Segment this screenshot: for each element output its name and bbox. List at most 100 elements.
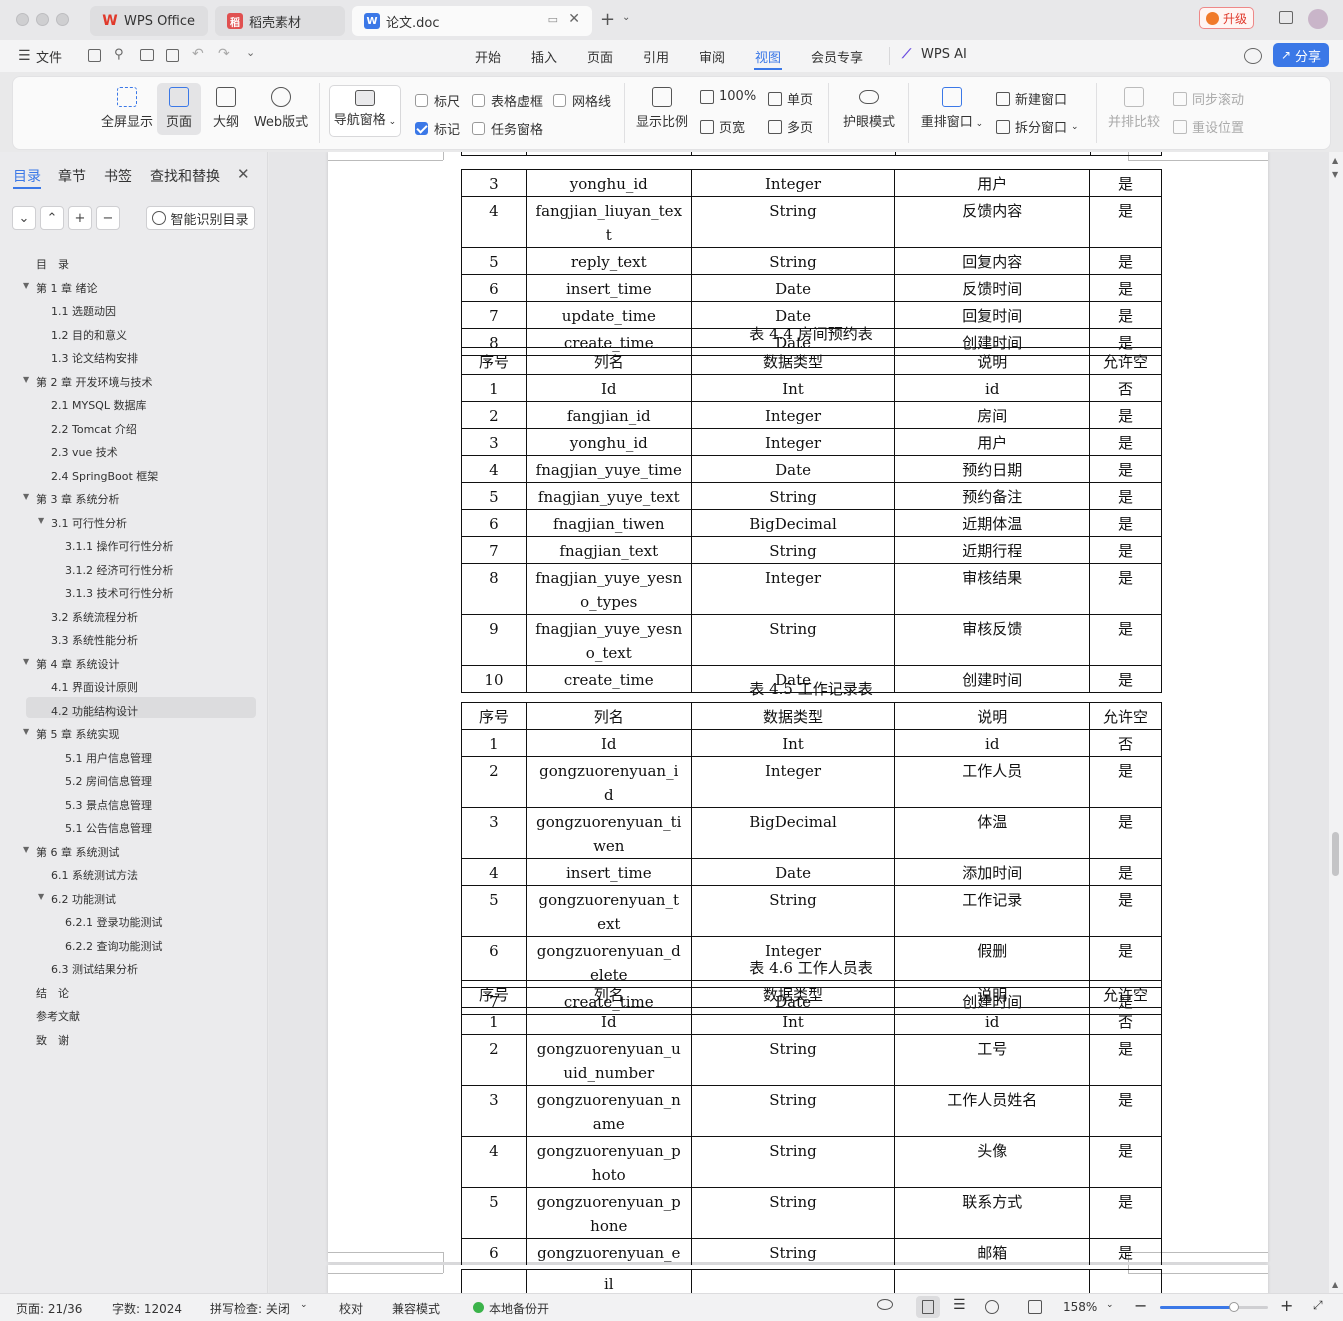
toc-item[interactable]: 1.1 选题动因 [51,303,116,319]
expand-arrow-icon[interactable]: ▼ [38,892,44,901]
multi-page-button[interactable]: 多页 [768,117,813,136]
tab-find-replace[interactable]: 查找和替换 [150,166,220,186]
fit-page-icon[interactable] [1028,1300,1042,1314]
toc-item[interactable]: ▼ 第 3 章 系统分析 [23,491,120,507]
toc-item[interactable]: ▼ 第 6 章 系统测试 [23,844,120,860]
collapse-down-button[interactable]: ⌄ [12,206,36,230]
collapse-up-button[interactable]: ⌃ [40,206,64,230]
minimize-window-button[interactable] [36,13,49,26]
chevron-down-icon[interactable]: ⌄ [300,1300,308,1310]
spell-check-status[interactable]: 拼写检查: 关闭 [210,1300,290,1317]
page-view-button[interactable]: 页面 [157,83,201,135]
chevron-down-icon[interactable]: ⌄ [246,46,255,59]
tab-sections[interactable]: 章节 [58,166,86,186]
task-pane-checkbox[interactable]: 任务窗格 [472,119,543,138]
toc-item[interactable]: 结 论 [36,985,69,1001]
hamburger-icon[interactable]: ☰ [18,48,31,64]
nav-pane-button[interactable]: 导航窗格 ⌄ [329,85,401,137]
fullscreen-arrows-icon[interactable]: ⤢ [1313,1298,1323,1313]
web-view-button[interactable]: Web版式 [251,87,311,130]
toc-item[interactable]: 6.2.1 登录功能测试 [65,914,163,930]
word-count[interactable]: 字数: 12024 [112,1300,182,1317]
smart-toc-button[interactable]: 智能识别目录 [146,206,255,230]
tab-toc[interactable]: 目录 [13,166,41,186]
toc-item[interactable]: ▼ 3.1 可行性分析 [38,515,127,531]
toc-item[interactable]: ▼ 第 2 章 开发环境与技术 [23,374,153,390]
toc-item[interactable]: 目 录 [36,256,69,272]
close-tab-icon[interactable]: ✕ [568,11,580,27]
side-by-side-button[interactable]: 并排比较 [1106,87,1162,130]
zoom-slider[interactable] [1160,1302,1268,1312]
undo-icon[interactable]: ↶ [192,46,204,62]
toc-item[interactable]: 5.3 景点信息管理 [65,797,152,813]
menu-insert[interactable]: 插入 [531,47,557,66]
zoom-window-button[interactable] [56,13,69,26]
menu-file[interactable]: 文件 [36,47,62,66]
proofread-button[interactable]: 校对 [339,1300,363,1317]
menu-page[interactable]: 页面 [587,47,613,66]
new-tab-icon[interactable]: + [600,9,615,30]
outline-view-button[interactable]: 大纲 [206,87,246,130]
share-button[interactable]: ↗ 分享 [1273,43,1329,67]
chevron-down-icon[interactable]: ⌄ [622,12,630,23]
new-window-button[interactable]: 新建窗口 [996,89,1067,108]
reset-position-button[interactable]: 重设位置 [1173,117,1244,136]
close-window-button[interactable] [16,13,29,26]
toc-item[interactable]: 1.3 论文结构安排 [51,350,138,366]
redo-icon[interactable]: ↷ [218,46,230,62]
menu-view[interactable]: 视图 [755,47,781,66]
chevron-down-icon[interactable]: ⌄ [1106,1300,1114,1310]
scroll-bottom-icon[interactable]: ▲ [1332,1280,1338,1289]
window-mode-icon[interactable] [1279,11,1293,24]
scroll-up-icon[interactable]: ▲ [1332,156,1338,165]
tab-bookmarks[interactable]: 书签 [104,166,132,186]
toc-item[interactable]: ▼ 第 4 章 系统设计 [23,656,120,672]
web-view-icon[interactable] [985,1300,999,1314]
outline-view-icon[interactable]: ☰ [953,1297,966,1313]
close-panel-icon[interactable]: ✕ [237,165,250,183]
toc-item[interactable]: 3.1.1 操作可行性分析 [65,538,174,554]
page-width-button[interactable]: 页宽 [700,117,745,136]
toc-item[interactable]: 6.2.2 查询功能测试 [65,938,163,954]
expand-arrow-icon[interactable]: ▼ [23,375,29,384]
toc-item[interactable]: 2.1 MYSQL 数据库 [51,397,146,413]
tab-document[interactable]: W 论文.doc ▭ ✕ [352,6,592,36]
screen-icon[interactable]: ▭ [548,13,558,26]
toc-item[interactable]: ▼ 第 1 章 绪论 [23,280,98,296]
search-icon[interactable]: ⚲ [114,47,124,62]
toc-item[interactable]: 2.2 Tomcat 介绍 [51,421,137,437]
toc-item[interactable]: 3.3 系统性能分析 [51,632,138,648]
upgrade-button[interactable]: 升级 [1199,7,1254,29]
scroll-thumb[interactable] [1332,832,1339,876]
toc-item[interactable]: 3.1.3 技术可行性分析 [65,585,174,601]
expand-arrow-icon[interactable]: ▼ [23,727,29,736]
toc-item[interactable]: 2.3 vue 技术 [51,444,118,460]
tab-wps-office[interactable]: W WPS Office [90,6,208,36]
local-backup-status[interactable]: 本地备份开 [489,1300,549,1317]
sync-scroll-button[interactable]: 同步滚动 [1173,89,1244,108]
menu-wps-ai[interactable]: WPS AI [921,47,967,62]
avatar[interactable] [1308,9,1328,29]
toc-item[interactable]: ▼ 第 5 章 系统实现 [23,726,120,742]
save-icon[interactable] [88,49,101,62]
remove-heading-button[interactable]: − [96,206,120,230]
gridlines-checkbox[interactable]: 网格线 [553,91,611,110]
menu-reference[interactable]: 引用 [643,47,669,66]
toc-item[interactable]: 致 谢 [36,1032,69,1048]
toc-item[interactable]: 6.1 系统测试方法 [51,867,138,883]
tab-docer[interactable]: 稻 稻壳素材 [215,6,345,36]
expand-arrow-icon[interactable]: ▼ [23,845,29,854]
toc-item[interactable]: 4.1 界面设计原则 [51,679,138,695]
menu-review[interactable]: 审阅 [699,47,725,66]
zoom-100-button[interactable]: 100% [700,89,756,104]
menu-start[interactable]: 开始 [475,47,501,66]
toc-item[interactable]: 5.1 公告信息管理 [65,820,152,836]
single-page-button[interactable]: 单页 [768,89,813,108]
zoom-out-icon[interactable]: − [1134,1296,1147,1315]
print-preview-icon[interactable] [166,49,179,62]
expand-arrow-icon[interactable]: ▼ [23,492,29,501]
expand-arrow-icon[interactable]: ▼ [23,281,29,290]
eye-mode-button[interactable]: 护眼模式 [839,87,899,130]
split-window-button[interactable]: 拆分窗口 ⌄ [996,117,1079,136]
zoom-ratio-button[interactable]: 显示比例 [633,87,691,130]
